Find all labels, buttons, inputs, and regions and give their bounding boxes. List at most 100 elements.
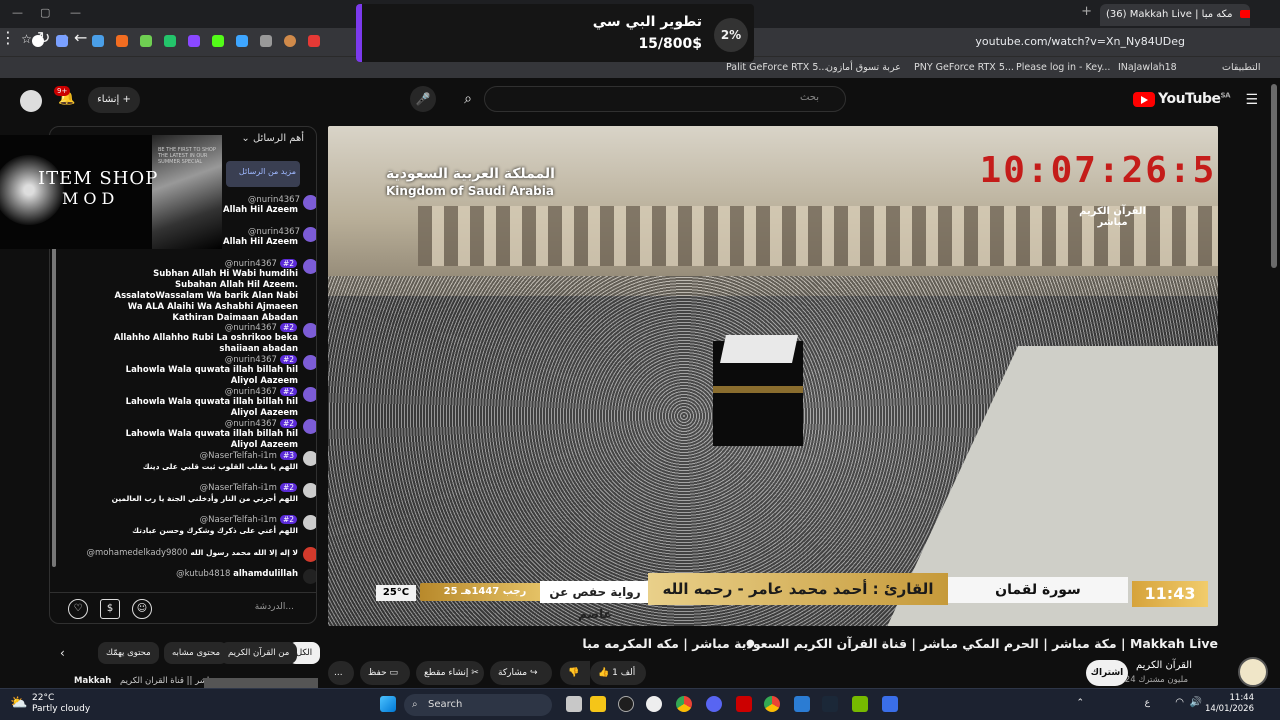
weather-temp: 22°C (32, 693, 55, 703)
chat-message: @NaserTelfah-i1m #2 اللهم أجرني من النار … (50, 483, 316, 504)
speaker-icon[interactable] (260, 35, 272, 47)
taskbar-search[interactable]: ⌕ Search (404, 694, 552, 716)
bookmark-star-icon[interactable]: ☆ (21, 32, 32, 46)
chat-username[interactable]: @nurin4367 (225, 259, 277, 269)
super-chat-icon[interactable]: $ (100, 599, 120, 619)
chat-username[interactable]: @NaserTelfah-i1m (200, 483, 277, 493)
app-icon[interactable] (618, 696, 634, 712)
chat-username[interactable]: @nurin4367 (225, 387, 277, 397)
extension-icon[interactable] (140, 35, 152, 47)
bookmark-item[interactable]: التطبيقات (1222, 62, 1261, 73)
subscribe-button[interactable]: اشتراك (1086, 660, 1128, 686)
like-button[interactable]: 👍 1 ألف (590, 661, 646, 685)
settings-gear-icon[interactable] (646, 696, 662, 712)
member-badge: #3 (279, 451, 297, 460)
clip-button[interactable]: إنشاء مقطع ✂ (416, 661, 484, 685)
task-view-icon[interactable] (566, 696, 582, 712)
steam-icon[interactable] (822, 696, 838, 712)
extension-icon[interactable] (164, 35, 176, 47)
share-button[interactable]: مشاركة ↪ (490, 661, 552, 685)
chat-username[interactable]: @NaserTelfah-i1m (200, 515, 277, 525)
chat-scrollbar[interactable] (52, 247, 56, 567)
chat-text: Lahowla Wala quwata illah billah hil Ali… (125, 365, 298, 386)
extension-icon[interactable] (236, 35, 248, 47)
chat-username[interactable]: @nurin4367 (248, 195, 300, 205)
url-field[interactable]: youtube.com/watch?v=Xn_Ny84UDeg (975, 35, 1185, 48)
save-button[interactable]: حفظ ▭ (360, 661, 410, 685)
chat-username[interactable]: @NaserTelfah-i1m (200, 451, 277, 461)
discord-icon[interactable] (706, 696, 722, 712)
bookmark-item[interactable]: INaJawlah18 (1118, 62, 1177, 73)
member-badge: #2 (279, 259, 297, 268)
browser-tab[interactable]: (36) Makkah Live | مكه مبا (1100, 4, 1250, 26)
chat-username[interactable]: @mohamedelkady9800 (87, 548, 188, 558)
bookmark-item[interactable]: Palit GeForce RTX 5... (726, 62, 827, 73)
heart-icon[interactable]: ♡ (68, 599, 88, 619)
notifications-bell-icon[interactable]: 🔔 9+ (54, 86, 75, 106)
dislike-button[interactable]: 👎 (560, 661, 590, 685)
app-icon[interactable] (882, 696, 898, 712)
back-icon[interactable]: ← (74, 28, 87, 47)
more-actions-button[interactable]: ... (328, 661, 354, 685)
windows-start-icon[interactable] (380, 696, 396, 712)
avatar[interactable] (20, 90, 42, 112)
member-badge: #2 (279, 515, 297, 524)
avatar (303, 419, 316, 434)
wifi-icon[interactable]: ◠ (1175, 697, 1184, 708)
puzzle-icon[interactable] (92, 35, 104, 47)
search-input[interactable]: بحث (484, 86, 846, 112)
extension-icon[interactable] (116, 35, 128, 47)
keyboard-language[interactable]: ع (1145, 698, 1150, 708)
chrome-icon[interactable] (676, 696, 692, 712)
chip-for-you[interactable]: محتوى يهمّك (98, 642, 159, 664)
chat-header[interactable]: ⌄ أهم الرسائل (241, 133, 304, 144)
new-tab-icon[interactable]: + (1081, 4, 1092, 19)
app-icon[interactable] (736, 696, 752, 712)
weather-widget[interactable]: 22°C Partly cloudy (32, 693, 90, 715)
channel-avatar[interactable] (1238, 657, 1268, 687)
video-overlay-country-en: Kingdom of Saudi Arabia (386, 184, 554, 198)
chat-username[interactable]: @kutub4818 (176, 569, 230, 579)
item-shop-overlay: BE THE FIRST TO SHOP THE LATEST IN OUR S… (0, 135, 222, 249)
chrome-icon[interactable] (764, 696, 780, 712)
voice-search-mic-icon[interactable]: 🎤 (410, 86, 436, 112)
chevron-up-icon[interactable]: ⌃ (1076, 698, 1084, 708)
pinned-message[interactable]: مزيد من الرسائل (226, 161, 300, 187)
hamburger-menu-icon[interactable]: ☰ (1245, 92, 1258, 108)
more-menu-icon[interactable]: ⋮ (0, 28, 16, 47)
page-scrollbar[interactable] (1271, 84, 1277, 268)
chevron-left-icon[interactable]: ‹ (60, 646, 65, 660)
extension-icon[interactable] (188, 35, 200, 47)
chat-username[interactable]: @nurin4367 (225, 355, 277, 365)
chat-input[interactable]: الدردشة... (255, 602, 294, 612)
chip-quran[interactable]: من القرآن الكريم (220, 642, 298, 664)
maximize-icon[interactable]: ▢ (40, 6, 50, 19)
close-window-icon[interactable]: — (70, 6, 81, 19)
kick-icon[interactable] (212, 35, 224, 47)
bookmark-item[interactable]: PNY GeForce RTX 5... (914, 62, 1014, 73)
chat-username[interactable]: @nurin4367 (248, 227, 300, 237)
chip-similar[interactable]: محتوى مشابه (164, 642, 228, 664)
file-explorer-icon[interactable] (590, 696, 606, 712)
channel-name[interactable]: القرآن الكريم (1136, 660, 1192, 671)
nvidia-icon[interactable] (852, 696, 868, 712)
search-icon[interactable]: ⌕ (454, 86, 482, 112)
youtube-logo[interactable]: YouTubeSA (1133, 91, 1231, 107)
chat-username[interactable]: @nurin4367 (225, 419, 277, 429)
create-button[interactable]: إنشاء + (88, 87, 140, 113)
minimize-icon[interactable]: — (12, 6, 23, 19)
chat-username[interactable]: @nurin4367 (225, 323, 277, 333)
extension-icon[interactable] (308, 35, 320, 47)
weather-icon[interactable]: ⛅ (10, 695, 27, 711)
volume-icon[interactable]: 🔊 (1190, 697, 1202, 708)
bookmark-item[interactable]: Please log in - Key... (1016, 62, 1110, 73)
extension-icon[interactable] (56, 35, 68, 47)
extension-icon[interactable] (284, 35, 296, 47)
video-player[interactable]: المملكة العربية السعودية Kingdom of Saud… (328, 126, 1218, 626)
taskbar-clock[interactable]: 11:44 14/01/2026 (1205, 693, 1254, 715)
next-video-item[interactable]: Makkah بث مباشر || قناة القرآن الكريم (74, 676, 318, 688)
profile-icon[interactable] (32, 35, 44, 47)
bookmark-item[interactable]: عربة تسوق أمازون (826, 62, 901, 73)
emoji-icon[interactable]: ☺ (132, 599, 152, 619)
edge-icon[interactable] (794, 696, 810, 712)
